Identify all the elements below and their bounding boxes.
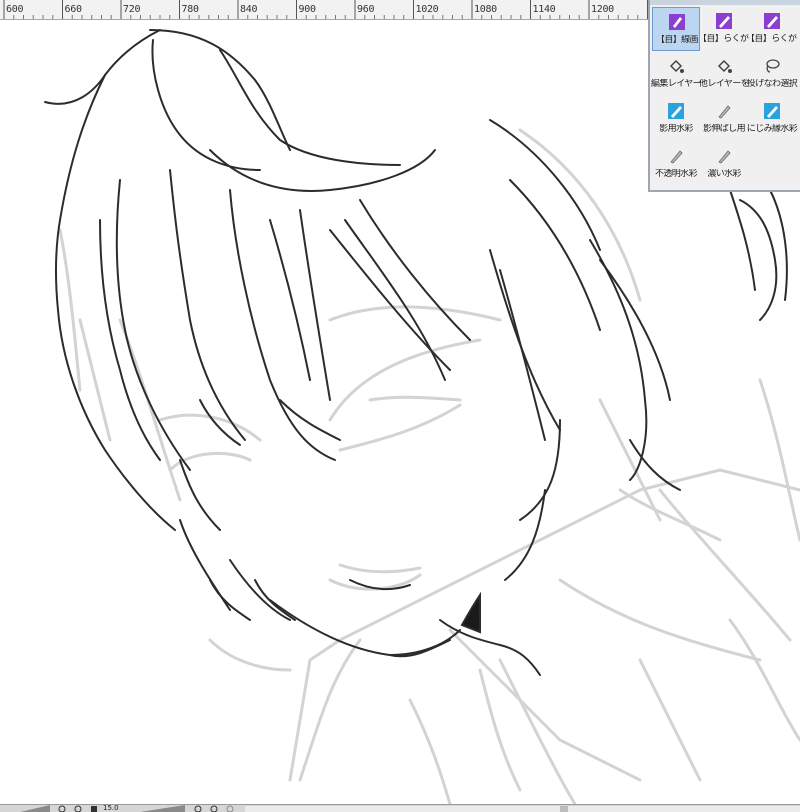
tool-shadow-blend[interactable]: 影伸ばし用 [700,97,748,141]
pen-icon [669,14,685,30]
tool-label: 他レイヤーを [698,79,750,89]
tool-label: 投げなわ選択 [746,79,798,89]
scrollbar-thumb[interactable] [560,806,568,812]
sub-tool-palette: 【自】線画 【自】らくがき 【自】らくがき 編集レイヤー 他レイヤーを [648,0,800,192]
tool-opaque-watercolor[interactable]: 不透明水彩 [652,142,700,186]
tool-label: 影伸ばし用 [702,124,746,134]
tool-lineart-auto[interactable]: 【自】線画 [652,7,700,51]
pencil-icon [764,13,780,29]
lasso-icon [766,59,780,73]
rotate-right-icon[interactable] [210,805,218,812]
zoom-value[interactable]: 15.0 [103,805,119,812]
zoom-in-icon[interactable] [74,805,82,812]
ruler-label: 840 [240,4,258,15]
tool-label: 【自】線画 [655,35,699,45]
tool-label: 影用水彩 [659,124,693,134]
brush-icon [718,150,731,164]
tool-label: 【自】らくがき [746,34,798,44]
pencil-icon [716,13,732,29]
tool-fill-other-layers[interactable]: 他レイヤーを [698,52,750,96]
ruler-label: 1080 [474,4,497,15]
sketch-layer [58,128,800,804]
status-bar: 15.0 [0,804,800,812]
tool-label: 不透明水彩 [654,169,698,179]
fit-icon[interactable] [90,805,98,812]
palette-titlebar[interactable] [650,0,800,5]
ruler-label: 960 [357,4,375,15]
zoom-out-icon[interactable] [58,805,66,812]
ruler-label: 900 [298,4,316,15]
brush-icon [670,150,683,164]
ruler-label: 720 [123,4,141,15]
reset-rotation-icon[interactable] [226,805,234,812]
rotate-left-icon[interactable] [194,805,202,812]
zoom-slider[interactable] [140,805,185,812]
tool-fill-edit-layer[interactable]: 編集レイヤー [650,52,702,96]
fill-icon [669,59,684,73]
watercolor-brush-icon [764,103,780,119]
ruler-label: 1140 [532,4,556,15]
horizontal-scrollbar[interactable] [245,806,800,812]
tool-label: 濃い水彩 [707,169,741,179]
ruler-label: 780 [181,4,199,15]
navigator-slider[interactable] [20,805,50,812]
fill-icon [717,59,732,73]
watercolor-brush-icon [668,103,684,119]
tool-scribble-auto-2[interactable]: 【自】らくがき [746,7,798,51]
brush-icon [718,105,731,119]
tool-lasso-select[interactable]: 投げなわ選択 [746,52,798,96]
ruler-label: 1200 [591,4,614,15]
ruler-label: 1020 [415,4,439,15]
ruler-label: 600 [6,4,24,15]
ruler-label: 660 [64,4,82,15]
tool-scribble-auto-1[interactable]: 【自】らくがき [698,7,750,51]
tool-label: にじみ縁水彩 [746,124,798,134]
tool-label: 編集レイヤー [650,79,702,89]
tool-label: 【自】らくがき [698,34,750,44]
tool-blur-edge-watercolor[interactable]: にじみ縁水彩 [746,97,798,141]
tool-dense-watercolor[interactable]: 濃い水彩 [700,142,748,186]
tool-shadow-watercolor[interactable]: 影用水彩 [652,97,700,141]
